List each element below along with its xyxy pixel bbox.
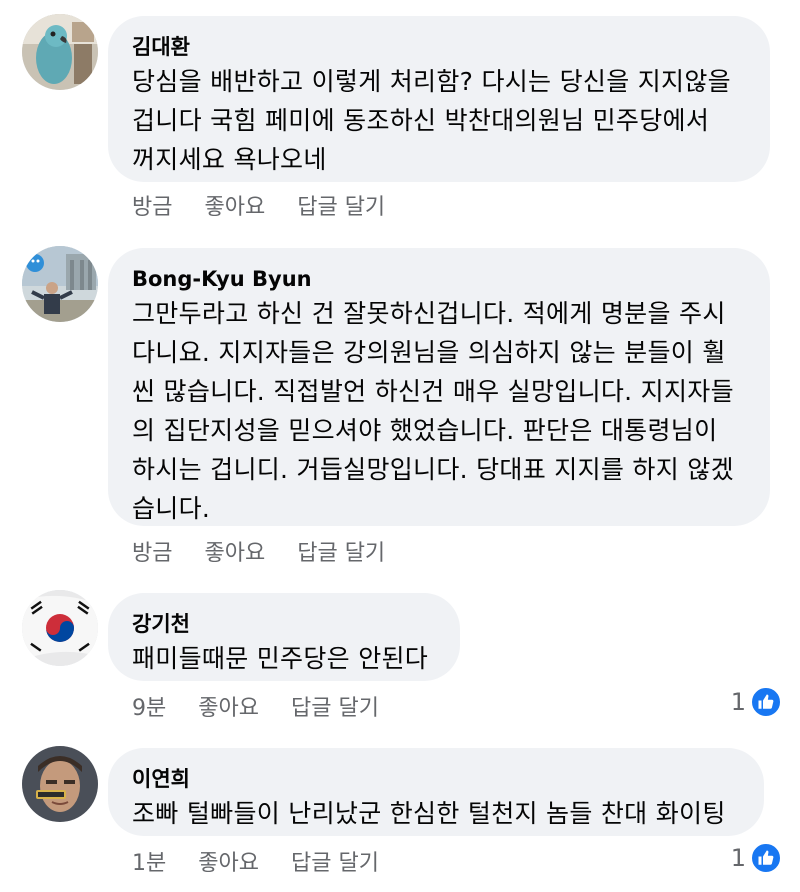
comment-bubble: 이연희 조빠 털빠들이 난리났군 한심한 털천지 놈들 찬대 화이팅 xyxy=(108,748,764,836)
thumbs-up-icon xyxy=(750,842,782,874)
comment-actions: 1분 좋아요 답글 달기 xyxy=(132,843,379,879)
comment-author[interactable]: 김대환 xyxy=(132,32,744,62)
comment-author[interactable]: Bong-Kyu Byun xyxy=(132,264,744,294)
avatar[interactable] xyxy=(22,746,98,822)
comment-bubble: 강기천 패미들때문 민주당은 안된다 xyxy=(108,593,460,681)
avatar-person-image xyxy=(22,746,98,822)
like-button[interactable]: 좋아요 xyxy=(198,845,259,877)
comment-bubble: 김대환 당심을 배반하고 이렇게 처리함? 다시는 당신을 지지않을 겁니다 국… xyxy=(108,16,770,182)
comment-actions: 방금 좋아요 답글 달기 xyxy=(132,533,385,569)
like-button[interactable]: 좋아요 xyxy=(198,690,259,722)
thumbs-up-icon xyxy=(750,686,782,718)
reaction-count: 1 xyxy=(730,688,746,716)
comment-actions: 방금 좋아요 답글 달기 xyxy=(132,187,385,223)
avatar-flag-image xyxy=(22,590,98,666)
avatar[interactable] xyxy=(22,590,98,666)
like-button[interactable]: 좋아요 xyxy=(204,189,265,221)
reply-button[interactable]: 답글 달기 xyxy=(291,845,379,877)
comment-text: 패미들때문 민주당은 안된다 xyxy=(132,644,429,673)
reaction-summary[interactable]: 1 xyxy=(731,842,782,874)
comment-text: 조빠 털빠들이 난리났군 한심한 털천지 놈들 찬대 화이팅 xyxy=(132,799,726,828)
comment-actions: 9분 좋아요 답글 달기 xyxy=(132,688,379,724)
comment-author[interactable]: 이연희 xyxy=(132,764,738,794)
reaction-count: 1 xyxy=(730,844,746,872)
comment-time[interactable]: 방금 xyxy=(132,535,172,567)
reply-button[interactable]: 답글 달기 xyxy=(297,189,385,221)
comment-text: 그만두라고 하신 건 잘못하신겁니다. 적에게 명분을 주시 다니요. 지지자들… xyxy=(132,299,734,523)
comment-text: 당심을 배반하고 이렇게 처리함? 다시는 당신을 지지않을 겁니다 국힘 페미… xyxy=(132,67,731,174)
avatar-person-image xyxy=(22,246,98,322)
reply-button[interactable]: 답글 달기 xyxy=(291,690,379,722)
comment-time[interactable]: 9분 xyxy=(132,690,166,722)
avatar[interactable] xyxy=(22,14,98,90)
comment-author[interactable]: 강기천 xyxy=(132,609,434,639)
reaction-summary[interactable]: 1 xyxy=(731,686,782,718)
comment-time[interactable]: 1분 xyxy=(132,845,166,877)
avatar-parrot-image xyxy=(22,14,98,90)
avatar[interactable] xyxy=(22,246,98,322)
comment-time[interactable]: 방금 xyxy=(132,189,172,221)
like-button[interactable]: 좋아요 xyxy=(204,535,265,567)
reply-button[interactable]: 답글 달기 xyxy=(297,535,385,567)
comment-bubble: Bong-Kyu Byun 그만두라고 하신 건 잘못하신겁니다. 적에게 명분… xyxy=(108,248,770,526)
